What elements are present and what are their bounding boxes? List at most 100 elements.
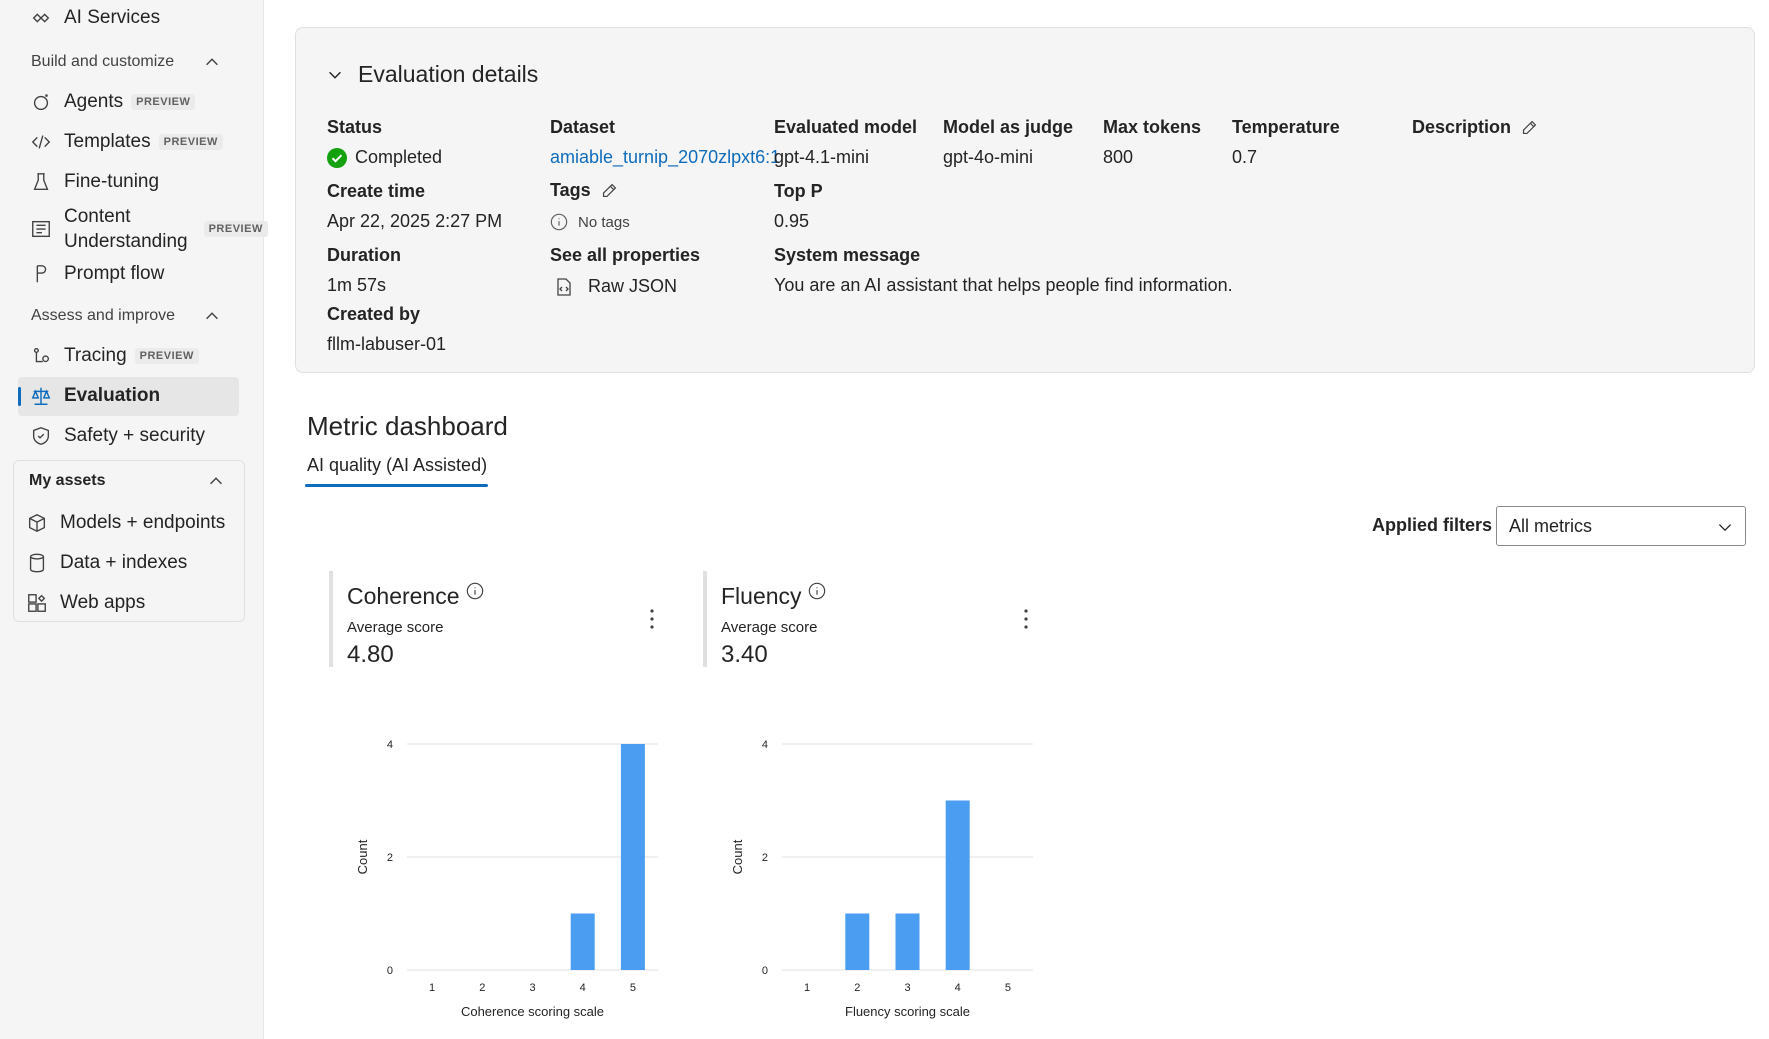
chevron-up-icon [206, 312, 218, 320]
description-label: Description [1412, 117, 1538, 138]
sidebar-item-prompt-flow[interactable]: Prompt flow [30, 256, 164, 292]
more-options-icon[interactable] [1023, 607, 1029, 631]
evaluated-model-label: Evaluated model [774, 117, 918, 137]
sidebar-item-label: Data + indexes [60, 552, 188, 573]
y-tick-label: 2 [762, 852, 768, 864]
metric-name: Coherence [347, 582, 484, 610]
raw-json-button[interactable]: Raw JSON [550, 276, 677, 297]
chevron-up-icon [206, 58, 218, 66]
metric-name-text: Fluency [721, 583, 802, 609]
preview-badge: PREVIEW [203, 221, 268, 237]
top-p-value: 0.95 [774, 211, 810, 231]
created-by-label: Created by [327, 304, 421, 324]
sidebar-item-web-apps[interactable]: Web apps [26, 585, 145, 621]
applied-filters-label: Applied filters [1372, 515, 1493, 535]
sidebar-item-models-endpoints[interactable]: Models + endpoints [26, 505, 225, 541]
x-tick-label: 1 [804, 982, 810, 994]
beaker-icon [30, 171, 52, 193]
sidebar-item-label: Content Understanding [64, 204, 188, 254]
content-understanding-icon [30, 218, 52, 240]
sidebar-item-fine-tuning[interactable]: Fine-tuning [30, 164, 159, 200]
sidebar-item-label: Prompt flow [64, 263, 165, 284]
x-axis-label: Coherence scoring scale [461, 1004, 604, 1019]
judge-label: Model as judge [943, 117, 1074, 137]
tags-label: Tags [550, 180, 618, 201]
section-label: My assets [29, 472, 106, 489]
bar [845, 913, 870, 970]
y-tick-label: 0 [762, 965, 768, 977]
tags-text: No tags [578, 213, 630, 231]
more-options-icon[interactable] [649, 607, 655, 631]
code-icon [30, 131, 52, 153]
y-axis-label: Count [355, 839, 370, 874]
sidebar-item-safety-security[interactable]: Safety + security [30, 418, 205, 454]
section-assess-and-improve[interactable]: Assess and improve [31, 302, 221, 330]
database-icon [26, 552, 48, 574]
sidebar-item-tracing[interactable]: Tracing PREVIEW [30, 338, 199, 374]
metric-card-coherence: Coherence Average score 4.80 [329, 571, 659, 668]
sidebar-item-ai-services[interactable]: AI Services [30, 0, 160, 36]
y-tick-label: 2 [387, 852, 393, 864]
x-tick-label: 4 [580, 982, 586, 994]
x-tick-label: 2 [479, 982, 485, 994]
check-circle-icon [327, 147, 347, 168]
preview-badge: PREVIEW [131, 94, 196, 110]
x-tick-label: 5 [630, 982, 636, 994]
section-my-assets[interactable]: My assets [29, 467, 225, 495]
x-tick-label: 1 [429, 982, 435, 994]
metric-card-fluency: Fluency Average score 3.40 [703, 571, 1033, 668]
temperature-value: 0.7 [1232, 147, 1258, 167]
edit-icon[interactable] [601, 182, 618, 199]
sidebar-item-evaluation[interactable]: Evaluation [30, 378, 160, 414]
average-score-value: 4.80 [347, 641, 394, 668]
info-icon[interactable] [466, 582, 484, 600]
x-tick-label: 3 [904, 982, 910, 994]
section-label: Build and customize [31, 53, 175, 70]
label-line-2: Understanding [64, 231, 188, 252]
sidebar-item-label: Agents [64, 91, 124, 112]
metric-name: Fluency [721, 582, 826, 610]
duration-value: 1m 57s [327, 275, 387, 295]
chevron-down-icon [1718, 524, 1732, 532]
section-build-and-customize[interactable]: Build and customize [31, 48, 221, 76]
sidebar-item-label: Safety + security [64, 425, 205, 446]
x-tick-label: 5 [1005, 982, 1011, 994]
fluency-histogram: 0 2 4 1 2 3 4 5 Count Fluency scoring scale [730, 739, 1033, 1019]
evaluated-model-value: gpt-4.1-mini [774, 147, 870, 167]
dataset-label: Dataset [550, 117, 616, 137]
sidebar-item-agents[interactable]: Agents PREVIEW [30, 84, 196, 120]
evaluation-details-toggle[interactable]: Evaluation details [326, 61, 538, 88]
prompt-flow-icon [30, 263, 52, 285]
max-tokens-value: 800 [1103, 147, 1134, 167]
ai-services-icon [30, 7, 52, 29]
sidebar-item-templates[interactable]: Templates PREVIEW [30, 124, 223, 160]
status-label: Status [327, 117, 383, 137]
create-time-value: Apr 22, 2025 2:27 PM [327, 211, 503, 231]
sidebar-item-content-understanding[interactable]: Content Understanding PREVIEW [30, 204, 268, 254]
edit-icon[interactable] [1521, 119, 1538, 136]
agents-icon [30, 91, 52, 113]
tab-ai-quality[interactable]: AI quality (AI Assisted) [307, 455, 487, 476]
metric-card-accent [329, 571, 333, 667]
sidebar-item-label: Evaluation [64, 385, 161, 406]
metrics-filter-dropdown[interactable]: All metrics [1496, 506, 1746, 546]
dataset-link[interactable]: amiable_turnip_2070zlpxt6:1 [550, 147, 780, 168]
create-time-label: Create time [327, 181, 426, 201]
bar [945, 800, 970, 970]
y-tick-label: 4 [387, 739, 393, 751]
preview-badge: PREVIEW [134, 348, 199, 364]
raw-json-label: Raw JSON [588, 276, 678, 296]
label-line-1: Content [64, 206, 131, 227]
sidebar-item-label: AI Services [64, 7, 161, 28]
max-tokens-label: Max tokens [1103, 117, 1202, 137]
info-icon[interactable] [808, 582, 826, 600]
status-text: Completed [355, 147, 443, 167]
x-axis-label: Fluency scoring scale [845, 1004, 970, 1019]
sidebar-item-label: Web apps [60, 592, 146, 613]
sidebar-item-data-indexes[interactable]: Data + indexes [26, 545, 187, 581]
y-tick-label: 0 [387, 965, 393, 977]
average-score-label: Average score [347, 619, 444, 636]
apps-icon [26, 592, 48, 614]
x-tick-label: 2 [854, 982, 860, 994]
sidebar-item-label: Tracing [64, 345, 127, 366]
